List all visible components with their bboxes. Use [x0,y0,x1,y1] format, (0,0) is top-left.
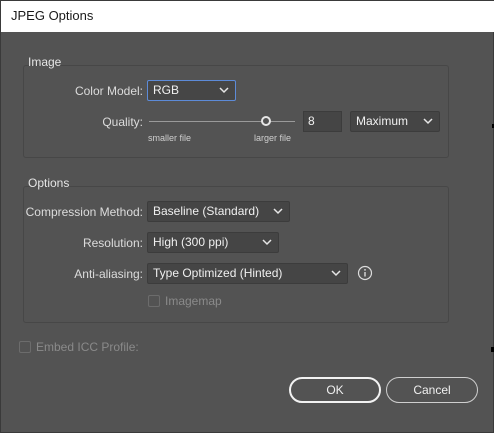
larger-file-hint: larger file [254,133,292,143]
quality-label: Quality: [102,115,143,129]
resolution-label: Resolution: [82,236,143,250]
anti-aliasing-label: Anti-aliasing: [74,267,143,281]
color-model-value: RGB [153,83,180,97]
quality-slider-track[interactable] [149,121,295,122]
image-group-legend: Image [28,55,62,69]
chevron-down-icon [331,270,341,277]
quality-slider-knob[interactable] [260,116,271,126]
color-model-dropdown[interactable]: RGB [147,80,236,101]
info-icon[interactable] [357,265,373,281]
compression-method-label: Compression Method: [25,205,143,219]
chevron-down-icon [262,239,272,246]
embed-icc-label: Embed ICC Profile: [36,340,139,354]
quality-preset-value: Maximum [356,114,409,128]
imagemap-label: Imagemap [165,294,222,308]
quality-value-input[interactable]: 8 [303,111,342,132]
cancel-button[interactable]: Cancel [386,377,478,403]
dialog-title: JPEG Options [11,8,94,23]
color-model-label: Color Model: [74,84,143,98]
anti-aliasing-value: Type Optimized (Hinted) [153,266,283,280]
imagemap-checkbox[interactable] [148,295,160,307]
resolution-value: High (300 ppi) [153,235,229,249]
jpeg-options-dialog: JPEG Options Image Color Model: RGB Qual… [0,0,494,433]
compression-method-dropdown[interactable]: Baseline (Standard) [147,201,290,222]
chevron-down-icon [423,118,433,125]
options-group-legend: Options [28,176,70,190]
chevron-down-icon [219,87,229,94]
anti-aliasing-dropdown[interactable]: Type Optimized (Hinted) [147,263,348,284]
embed-icc-checkbox[interactable] [19,341,31,353]
title-bar[interactable]: JPEG Options [1,1,494,32]
resolution-dropdown[interactable]: High (300 ppi) [147,232,279,253]
ok-button[interactable]: OK [289,377,381,403]
smaller-file-hint: smaller file [148,133,192,143]
chevron-down-icon [273,208,283,215]
compression-method-value: Baseline (Standard) [153,204,260,218]
quality-preset-dropdown[interactable]: Maximum [350,111,440,132]
